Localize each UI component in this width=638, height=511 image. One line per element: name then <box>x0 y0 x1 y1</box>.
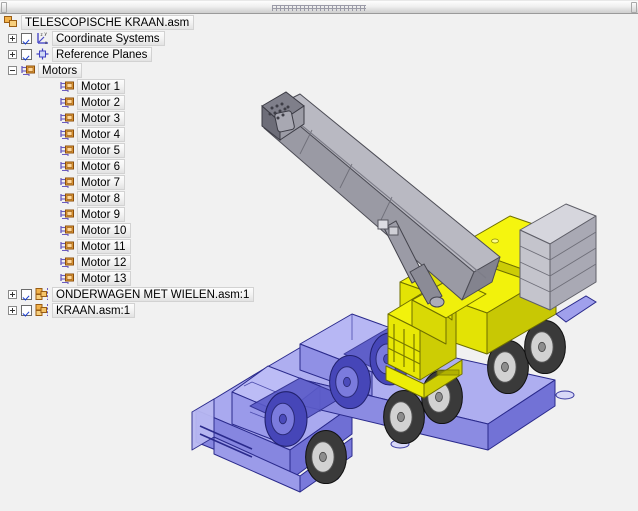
motor-icon <box>60 271 75 285</box>
tree-item-label[interactable]: Motor 13 <box>77 270 132 286</box>
motor-icon <box>60 255 75 269</box>
tree-row[interactable]: Motor 4 <box>0 126 300 142</box>
tree-item-label[interactable]: Motor 2 <box>77 94 125 110</box>
motor-icon <box>60 127 75 141</box>
tree-item-label[interactable]: Coordinate Systems <box>52 30 165 46</box>
tree-row[interactable]: Motor 9 <box>0 206 300 222</box>
tree-row[interactable]: Motor 12 <box>0 254 300 270</box>
tree-item-label-root[interactable]: TELESCOPISCHE KRAAN.asm <box>21 14 195 30</box>
tree-item-label[interactable]: ONDERWAGEN MET WIELEN.asm:1 <box>52 286 255 302</box>
tree-row[interactable]: ONDERWAGEN MET WIELEN.asm:1 <box>0 286 300 302</box>
splitter-left-cap[interactable] <box>1 2 7 13</box>
motor-icon <box>21 63 36 77</box>
splitter-grip-icon[interactable] <box>272 5 366 11</box>
tree-row[interactable]: Motor 3 <box>0 110 300 126</box>
visibility-checkbox[interactable] <box>21 288 32 300</box>
motor-icon <box>60 223 75 237</box>
solidworks-assembly-window: TELESCOPISCHE KRAAN.asm z y x Coordinate Sy… <box>0 0 638 506</box>
motor-icon <box>60 239 75 253</box>
assembly-icon <box>4 15 19 29</box>
tree-item-label[interactable]: Reference Planes <box>52 46 153 62</box>
tree-item-label[interactable]: KRAAN.asm:1 <box>52 302 136 318</box>
collapse-icon[interactable] <box>8 65 17 75</box>
tree-row[interactable]: Motor 7 <box>0 174 300 190</box>
tree-item-label[interactable]: Motor 4 <box>77 126 125 142</box>
tree-row[interactable]: Motor 13 <box>0 270 300 286</box>
tree-row[interactable]: Motor 8 <box>0 190 300 206</box>
tree-item-label[interactable]: Motor 12 <box>77 254 132 270</box>
tree-item-label[interactable]: Motor 8 <box>77 190 125 206</box>
sub-assembly-icon <box>35 287 50 301</box>
tree-item-label[interactable]: Motors <box>38 62 83 78</box>
tree-row[interactable]: z y x Coordinate Systems <box>0 30 300 46</box>
motor-icon <box>60 191 75 205</box>
expand-icon[interactable] <box>8 289 17 299</box>
tree-item-label[interactable]: Motor 5 <box>77 142 125 158</box>
horizontal-splitter-bar[interactable] <box>0 0 638 14</box>
coordinate-systems-icon: zyx <box>35 31 50 45</box>
motor-icon <box>60 159 75 173</box>
motor-icon <box>60 143 75 157</box>
tree-row[interactable]: Reference Planes <box>0 46 300 62</box>
tree-item-label[interactable]: Motor 10 <box>77 222 132 238</box>
expand-icon[interactable] <box>8 49 17 59</box>
tree-item-label[interactable]: Motor 11 <box>77 238 131 254</box>
tree-row[interactable]: Motor 6 <box>0 158 300 174</box>
feature-manager-tree[interactable]: TELESCOPISCHE KRAAN.asm z y x Coordinate Sy… <box>0 14 300 334</box>
tree-row[interactable]: KRAAN.asm:1 <box>0 302 300 318</box>
motor-icon <box>60 175 75 189</box>
tree-row[interactable]: Motor 11 <box>0 238 300 254</box>
motor-icon <box>60 111 75 125</box>
tree-row[interactable]: Motor 2 <box>0 94 300 110</box>
sub-assembly-icon <box>35 303 50 317</box>
tree-row-root[interactable]: TELESCOPISCHE KRAAN.asm <box>0 14 300 30</box>
tree-row[interactable]: Motor 10 <box>0 222 300 238</box>
svg-text:z: z <box>41 32 44 37</box>
tree-item-label[interactable]: Motor 3 <box>77 110 125 126</box>
tree-item-label[interactable]: Motor 6 <box>77 158 125 174</box>
reference-planes-icon <box>35 47 50 61</box>
visibility-checkbox[interactable] <box>21 304 32 316</box>
splitter-right-cap[interactable] <box>631 2 637 13</box>
expand-icon[interactable] <box>8 33 17 43</box>
tree-item-label[interactable]: Motor 7 <box>77 174 125 190</box>
motor-icon <box>60 207 75 221</box>
tree-row[interactable]: Motor 1 <box>0 78 300 94</box>
svg-text:y: y <box>45 31 48 36</box>
motor-icon <box>60 95 75 109</box>
visibility-checkbox[interactable] <box>21 48 32 60</box>
tree-row[interactable]: Motors <box>0 62 300 78</box>
tree-row[interactable]: Motor 5 <box>0 142 300 158</box>
visibility-checkbox[interactable] <box>21 32 32 44</box>
tree-item-label[interactable]: Motor 9 <box>77 206 125 222</box>
expand-icon[interactable] <box>8 305 17 315</box>
motor-icon <box>60 79 75 93</box>
tree-item-label[interactable]: Motor 1 <box>77 78 125 94</box>
